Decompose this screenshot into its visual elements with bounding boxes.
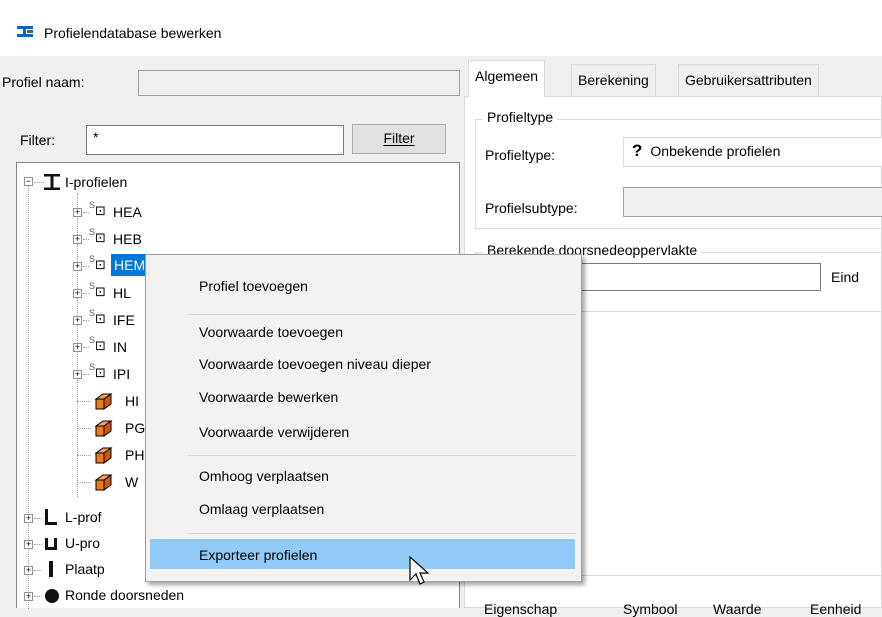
- folder-tree-icon: ⊡: [95, 284, 106, 299]
- context-menu: Profiel toevoegen Voorwaarde toevoegen V…: [145, 254, 582, 582]
- expander-icon[interactable]: +: [73, 316, 82, 325]
- area-input[interactable]: [575, 263, 821, 291]
- tree-node-heb[interactable]: HEB: [113, 228, 142, 250]
- folder-tree-icon: ⊡: [95, 230, 106, 245]
- menu-separator: [188, 533, 576, 534]
- menu-item-profiel-toevoegen[interactable]: Profiel toevoegen: [146, 271, 581, 301]
- profile-name-label: Profiel naam:: [2, 74, 85, 90]
- column-header-symbool[interactable]: Symbool: [623, 601, 677, 617]
- question-icon: ?: [632, 141, 643, 160]
- tab-gebruikersattributen[interactable]: Gebruikersattributen: [678, 64, 819, 96]
- u-profile-icon: [45, 538, 57, 550]
- unit-label: Eind: [831, 269, 860, 285]
- expander-icon[interactable]: +: [24, 592, 33, 601]
- tree-node-pg[interactable]: PG: [125, 417, 145, 439]
- tree-node-hi[interactable]: HI: [125, 390, 139, 412]
- menu-item-exporteer-profielen[interactable]: Exporteer profielen: [150, 539, 575, 569]
- tree-node-l-profielen[interactable]: L-prof: [65, 506, 102, 528]
- folder-tree-icon: ⊡: [95, 203, 106, 218]
- profilesubtype-label: Profielsubtype:: [485, 200, 578, 216]
- app-icon: [17, 26, 33, 37]
- tree-node-hea[interactable]: HEA: [113, 201, 142, 223]
- expander-icon[interactable]: +: [73, 370, 82, 379]
- tree-node-in[interactable]: IN: [113, 336, 127, 358]
- filter-button[interactable]: Filter: [352, 124, 446, 154]
- expander-icon[interactable]: +: [73, 235, 82, 244]
- window-title: Profielendatabase bewerken: [44, 25, 222, 41]
- tree-node-ife[interactable]: IFE: [113, 309, 135, 331]
- tree-node-hl[interactable]: HL: [113, 282, 131, 304]
- plate-icon: [49, 561, 53, 577]
- tree-node-plaatprofielen[interactable]: Plaatp: [65, 558, 105, 580]
- i-profile-icon: [44, 174, 60, 190]
- menu-separator: [188, 455, 576, 456]
- tree-node-ronde-doorsneden[interactable]: Ronde doorsneden: [65, 584, 184, 606]
- folder-tree-icon: ⊡: [95, 257, 106, 272]
- filter-input[interactable]: *: [86, 125, 344, 155]
- tree-node-ipi[interactable]: IPI: [113, 363, 130, 385]
- menu-item-omhoog-verplaatsen[interactable]: Omhoog verplaatsen: [146, 461, 581, 491]
- profilesubtype-dropdown[interactable]: [623, 187, 882, 217]
- expander-icon[interactable]: +: [24, 566, 33, 575]
- tree-node-i-profielen[interactable]: I-profielen: [65, 171, 127, 193]
- profile-name-field[interactable]: [138, 70, 460, 96]
- tree-node-ph[interactable]: PH: [125, 444, 144, 466]
- cube-icon: [94, 420, 113, 437]
- folder-tree-icon: ⊡: [95, 311, 106, 326]
- l-profile-icon: [45, 509, 57, 525]
- profiletype-label: Profieltype:: [485, 147, 556, 163]
- folder-tree-icon: ⊡: [95, 365, 106, 380]
- menu-item-omlaag-verplaatsen[interactable]: Omlaag verplaatsen: [146, 494, 581, 524]
- expander-icon[interactable]: +: [73, 208, 82, 217]
- menu-separator: [188, 314, 576, 315]
- round-section-icon: [45, 589, 59, 603]
- menu-item-voorwaarde-verwijderen[interactable]: Voorwaarde verwijderen: [146, 417, 581, 447]
- profiletype-group-title: Profieltype: [483, 109, 558, 125]
- menu-item-voorwaarde-bewerken[interactable]: Voorwaarde bewerken: [146, 382, 581, 412]
- expander-icon[interactable]: −: [24, 177, 33, 186]
- column-header-waarde[interactable]: Waarde: [713, 601, 762, 617]
- menu-item-voorwaarde-toevoegen[interactable]: Voorwaarde toevoegen: [146, 317, 581, 347]
- cube-icon: [94, 474, 113, 491]
- tree-node-w[interactable]: W: [125, 471, 138, 493]
- tab-berekening[interactable]: Berekening: [571, 64, 656, 96]
- tree-node-hem-selected[interactable]: HEM: [111, 254, 149, 276]
- cube-icon: [94, 393, 113, 410]
- mouse-cursor-icon: [409, 556, 430, 585]
- expander-icon[interactable]: +: [73, 343, 82, 352]
- expander-icon[interactable]: +: [24, 514, 33, 523]
- profiletype-dropdown[interactable]: ? Onbekende profielen: [623, 137, 882, 167]
- expander-icon[interactable]: +: [24, 540, 33, 549]
- column-header-eenheid[interactable]: Eenheid: [810, 601, 861, 617]
- folder-tree-icon: ⊡: [95, 338, 106, 353]
- filter-label: Filter:: [20, 132, 55, 148]
- column-header-eigenschap[interactable]: Eigenschap: [484, 601, 557, 617]
- tree-node-u-profielen[interactable]: U-pro: [65, 532, 100, 554]
- menu-item-voorwaarde-toevoegen-niveau-dieper[interactable]: Voorwaarde toevoegen niveau dieper: [146, 349, 581, 379]
- cube-icon: [94, 447, 113, 464]
- expander-icon[interactable]: +: [73, 262, 82, 271]
- expander-icon[interactable]: +: [73, 289, 82, 298]
- tab-algemeen[interactable]: Algemeen: [468, 60, 546, 97]
